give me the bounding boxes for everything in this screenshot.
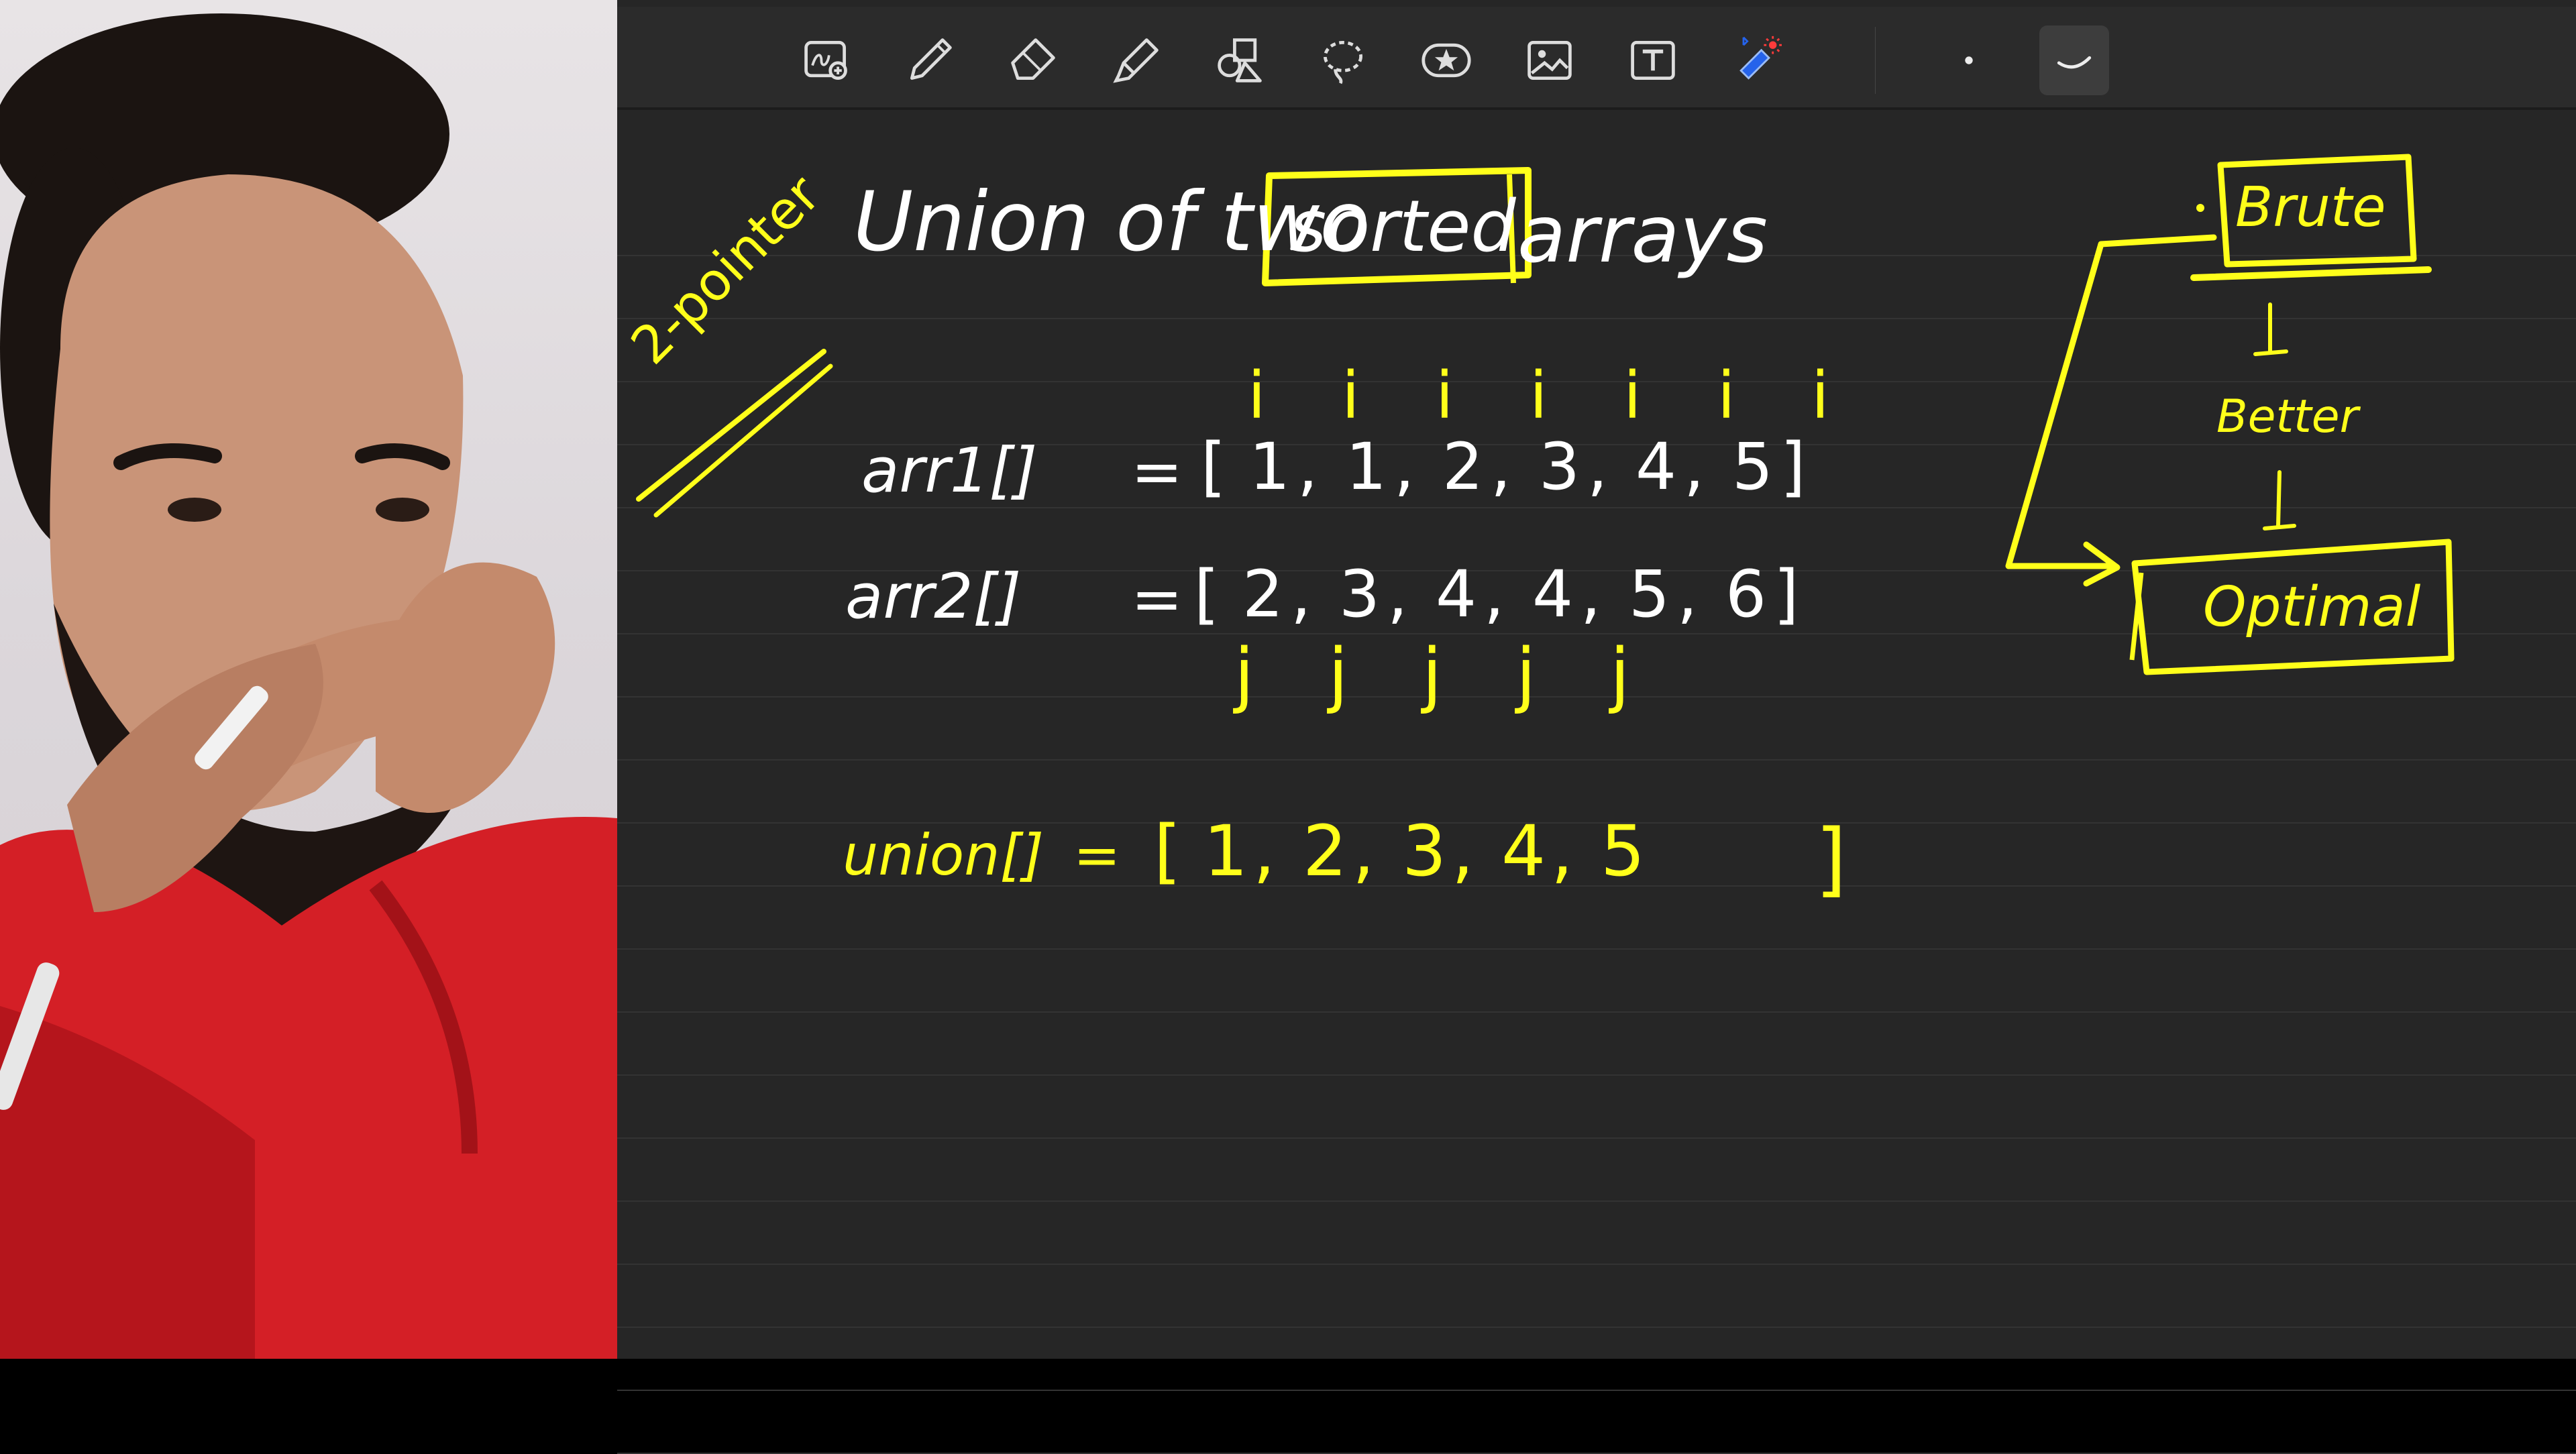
flow-brute-label: Brute	[2235, 176, 2386, 239]
union-comma: ,	[1253, 810, 1276, 892]
arr1-comma: ,	[1684, 429, 1705, 504]
arr2-bracket: [	[1194, 557, 1220, 632]
i-pointer-marker: i	[1248, 358, 1266, 433]
i-pointer-marker: i	[1436, 358, 1454, 433]
j-pointer-marker: j	[1610, 633, 1630, 716]
stroke-style-icon	[2057, 56, 2092, 69]
i-pointer-marker: i	[1623, 358, 1642, 433]
arr1-bracket: [	[1201, 429, 1226, 504]
i-pointer-marker: i	[1717, 358, 1735, 433]
arr2-comma: ,	[1677, 557, 1698, 632]
pen-dot-icon	[1965, 56, 1973, 64]
arr2-comma: ,	[1291, 557, 1311, 632]
pen-size-option[interactable]	[1935, 27, 2002, 94]
image-tool[interactable]	[1516, 27, 1583, 94]
pen-tool[interactable]	[896, 27, 963, 94]
arr2-value: 3	[1339, 557, 1381, 632]
sticker-tool[interactable]	[1413, 27, 1480, 94]
union-value: 1	[1203, 810, 1248, 892]
flow-arrow-brute-better	[2253, 302, 2288, 356]
image-icon	[1527, 41, 1572, 80]
text-tool[interactable]	[1619, 27, 1686, 94]
arr1-value: 5	[1732, 429, 1774, 504]
arr1-value: 3	[1539, 429, 1580, 504]
arr2-comma: ,	[1580, 557, 1601, 632]
arr1-comma: ,	[1491, 429, 1511, 504]
arr1-value: 1	[1346, 429, 1387, 504]
arr1-value: 2	[1442, 429, 1484, 504]
ink-shapes	[636, 154, 2455, 675]
title-boxed-word: sorted	[1289, 185, 1516, 268]
zoom-image-icon	[804, 41, 847, 80]
arr1-comma: ,	[1394, 429, 1415, 504]
notes-app: Union of two sorted arrays 2-pointer iii…	[617, 0, 2576, 1454]
arr1-equals: =	[1131, 436, 1183, 508]
brute-underline	[2190, 266, 2432, 281]
sticker-star-icon	[1421, 43, 1471, 78]
i-pointer-marker: i	[1811, 358, 1829, 433]
union-comma: ,	[1551, 810, 1574, 892]
arr1-comma: ,	[1587, 429, 1608, 504]
i-pointer-marker: i	[1342, 358, 1360, 433]
laser-pointer-icon	[1739, 36, 1782, 80]
toolbar	[617, 7, 2576, 110]
i-pointer-marker: i	[1529, 358, 1548, 433]
union-value: 4	[1501, 810, 1546, 892]
pen-icon	[910, 38, 952, 80]
arr2-value: 5	[1629, 557, 1670, 632]
union-label: union[]	[843, 822, 1044, 888]
arr1-value: 4	[1635, 429, 1677, 504]
text-box-icon	[1631, 41, 1675, 80]
arr2-label: arr2[]	[845, 561, 1022, 632]
union-value: 3	[1402, 810, 1447, 892]
arr2-value: 4	[1436, 557, 1477, 632]
j-pointer-marker: j	[1516, 633, 1536, 716]
highlighter-tool[interactable]	[1103, 27, 1170, 94]
highlighter-icon	[1113, 38, 1159, 83]
pointer-slash-1	[636, 349, 826, 502]
shapes-tool[interactable]	[1206, 27, 1273, 94]
j-pointer-marker: j	[1422, 633, 1442, 716]
union-bracket: [	[1154, 810, 1181, 892]
arr2-comma: ,	[1387, 557, 1408, 632]
arr2-bracket: ]	[1774, 557, 1799, 632]
brute-to-optimal-arrow	[2005, 234, 2217, 569]
union-value: 2	[1303, 810, 1348, 892]
arr1-value: 1	[1249, 429, 1291, 504]
presenter-image	[0, 13, 617, 1359]
lasso-icon	[1324, 41, 1362, 85]
toolbar-divider	[1875, 27, 1876, 94]
arr2-value: 2	[1242, 557, 1284, 632]
arr2-value: 4	[1532, 557, 1574, 632]
union-comma: ,	[1452, 810, 1474, 892]
j-pointer-marker: j	[1234, 633, 1254, 716]
union-equals: =	[1073, 822, 1121, 888]
eraser-tool[interactable]	[1000, 27, 1067, 94]
union-close-bracket: ]	[1815, 813, 1847, 906]
ruled-line	[617, 1390, 2576, 1391]
flow-better-label: Better	[2216, 390, 2359, 443]
flow-optimal-label: Optimal	[2203, 575, 2421, 639]
pointer-slash-2	[653, 364, 833, 518]
title-suffix: arrays	[1517, 188, 1768, 280]
arr2-value: 6	[1725, 557, 1767, 632]
arr1-bracket: ]	[1780, 429, 1806, 504]
arr1-label: arr1[]	[861, 435, 1038, 506]
eraser-icon	[1011, 38, 1055, 80]
stroke-style-option[interactable]	[2039, 25, 2109, 95]
laser-pointer-tool[interactable]	[1723, 27, 1790, 94]
shapes-icon	[1218, 38, 1262, 82]
note-canvas[interactable]: Union of two sorted arrays 2-pointer iii…	[617, 110, 2576, 1454]
arr2-comma: ,	[1484, 557, 1505, 632]
arr1-comma: ,	[1297, 429, 1318, 504]
flow-arrow-better-optimal	[2263, 470, 2296, 530]
lasso-tool[interactable]	[1309, 27, 1377, 94]
j-pointer-marker: j	[1328, 633, 1348, 716]
union-value: 5	[1601, 810, 1646, 892]
zoom-image-tool[interactable]	[793, 27, 860, 94]
arr2-equals: =	[1131, 563, 1183, 635]
union-comma: ,	[1352, 810, 1375, 892]
webcam-video	[0, 0, 617, 1359]
